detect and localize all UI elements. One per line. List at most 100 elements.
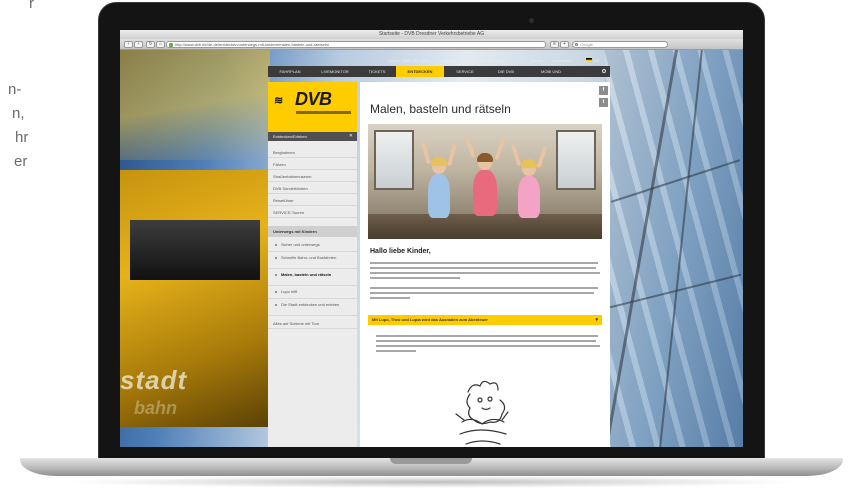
dvb-logo-text: DVB bbox=[295, 89, 332, 109]
laptop-screen: Startseite - DVB Dresdner Verkehrsbetrie… bbox=[120, 30, 743, 447]
sidebar-subitem-label: Lupo hilft bbox=[281, 289, 298, 294]
nav-item-mobi[interactable]: MOBI UND bbox=[526, 66, 576, 77]
url-text: http://www.dvb.de/de-de/entdecken/unterw… bbox=[175, 42, 330, 47]
sidebar-item[interactable]: DVB Sonderfahrten bbox=[268, 183, 357, 194]
intro-line-4: hr bbox=[15, 129, 29, 146]
browser-titlebar: Startseite - DVB Dresdner Verkehrsbetrie… bbox=[120, 30, 743, 45]
bullet-icon bbox=[275, 257, 277, 259]
utility-link[interactable]: Suche · 0351 857 1011 bbox=[388, 58, 429, 63]
accordion-header-label: Mit Lupo, Theo und Lupia wird das Ausmal… bbox=[372, 317, 488, 322]
photo-child-arm bbox=[421, 141, 431, 165]
reload-button[interactable]: ↻ bbox=[146, 41, 155, 48]
main-navigation: FAHRPLAN LIVEMONITOR TICKETS ENTDECKEN S… bbox=[268, 66, 610, 77]
window-title: Startseite - DVB Dresdner Verkehrsbetrie… bbox=[378, 31, 485, 37]
bullet-icon bbox=[275, 244, 277, 246]
photo-child-arm bbox=[510, 143, 522, 167]
nav-item-livemonitor[interactable]: LIVEMONITOR bbox=[312, 66, 358, 77]
utility-link[interactable]: Kontakt bbox=[443, 58, 457, 63]
sidebar-item[interactable]: Alles auf Schiene mit Tour bbox=[268, 318, 357, 329]
chevron-down-icon[interactable]: ▾ bbox=[595, 315, 598, 325]
search-icon bbox=[575, 43, 578, 46]
twitter-share-icon[interactable]: t bbox=[599, 98, 608, 107]
sidebar-subitem[interactable]: Sicher und unterwegs bbox=[268, 240, 357, 252]
accordion-header[interactable]: Mit Lupo, Theo und Lupia wird das Ausmal… bbox=[368, 315, 602, 325]
sidebar: ≋ DVB Entdecken/Erleben ✕ Bergbahnen Fäh… bbox=[268, 82, 357, 447]
search-placeholder: Google bbox=[580, 42, 593, 47]
sidebar-subitem[interactable]: Schnelle Bahn- und Busfahrten bbox=[268, 253, 357, 269]
close-icon[interactable]: ✕ bbox=[349, 132, 353, 141]
nav-item-tickets[interactable]: TICKETS bbox=[358, 66, 396, 77]
camera-icon bbox=[529, 18, 534, 23]
language-selector[interactable]: DE bbox=[594, 58, 600, 63]
nav-item-die-dvb[interactable]: DIE DVB bbox=[486, 66, 526, 77]
sidebar-item[interactable]: Fähren bbox=[268, 159, 357, 170]
sidebar-group-header[interactable]: Unterwegs mit Kindern bbox=[268, 226, 357, 237]
sidebar-header-label: Entdecken/Erleben bbox=[273, 134, 307, 139]
german-flag-icon[interactable] bbox=[586, 58, 592, 61]
nav-item-service[interactable]: SERVICE bbox=[444, 66, 486, 77]
laptop-shadow bbox=[60, 476, 803, 488]
intro-line-5: er bbox=[14, 153, 28, 170]
photo-child-hair bbox=[477, 153, 493, 162]
sidebar-subitem-label: Sicher und unterwegs bbox=[281, 242, 320, 247]
dvb-logo[interactable]: ≋ DVB bbox=[268, 82, 357, 132]
rss-button[interactable]: ≡ bbox=[550, 41, 559, 48]
back-button[interactable]: ‹ bbox=[124, 41, 133, 48]
home-button[interactable]: ⌂ bbox=[156, 41, 165, 48]
intro-line-3: n, bbox=[12, 105, 25, 122]
sidebar-item[interactable]: SERVICE-Touren bbox=[268, 207, 357, 218]
photo-child bbox=[473, 170, 497, 216]
nav-item-fahrplan[interactable]: FAHRPLAN bbox=[268, 66, 312, 77]
bullet-icon bbox=[275, 274, 277, 276]
coloring-sketch-illustration bbox=[455, 380, 509, 445]
utility-link[interactable]: Häufig gestellte Fragen bbox=[466, 58, 507, 63]
sidebar-subitem-label: Die Stadt entdecken und erleben bbox=[281, 302, 340, 307]
photo-child-arm bbox=[464, 135, 476, 159]
dvb-logo-mark: ≋ bbox=[274, 95, 284, 107]
site-favicon-icon bbox=[169, 43, 173, 47]
sidebar-subitem-label: Malen, basteln und rätseln bbox=[281, 272, 332, 277]
sidebar-subitem-active[interactable]: Malen, basteln und rätseln bbox=[268, 270, 357, 286]
tram-window bbox=[130, 220, 260, 280]
tram-lettering-graphic: stadt bbox=[120, 365, 188, 395]
sidebar-subitem[interactable]: Lupo hilft bbox=[268, 287, 357, 299]
sidebar-section-header[interactable]: Entdecken/Erleben ✕ bbox=[268, 132, 357, 141]
greeting-heading: Hallo liebe Kinder, bbox=[370, 248, 431, 255]
sidebar-subitem-label: Schnelle Bahn- und Busfahrten bbox=[281, 255, 337, 260]
url-bar[interactable]: http://www.dvb.de/de-de/entdecken/unterw… bbox=[166, 41, 546, 48]
nav-item-entdecken[interactable]: ENTDECKEN bbox=[396, 66, 444, 77]
dvb-logo-tagline bbox=[296, 111, 351, 114]
intro-line-1: r bbox=[29, 0, 34, 12]
photo-child bbox=[518, 176, 540, 218]
facebook-share-icon[interactable]: f bbox=[599, 86, 608, 95]
tram-lettering-graphic-2: bahn bbox=[134, 398, 177, 418]
photo-child-arm bbox=[536, 145, 548, 169]
utility-bar: Suche · 0351 857 1011 Kontakt Häufig ges… bbox=[268, 58, 610, 64]
intro-line-2: n- bbox=[8, 81, 22, 98]
main-content: f t Malen, basteln und rätseln Hallo lie… bbox=[360, 82, 610, 447]
station-roof-highlight bbox=[120, 50, 270, 160]
utility-link[interactable]: Presse bbox=[530, 58, 542, 63]
photo-floor bbox=[368, 214, 602, 239]
bookmark-button[interactable]: + bbox=[560, 41, 569, 48]
laptop-hinge-notch bbox=[390, 458, 472, 464]
sidebar-item[interactable]: Bergbahnen bbox=[268, 147, 357, 158]
browser-search-input[interactable]: Google bbox=[572, 41, 668, 48]
photo-child-arm bbox=[447, 143, 457, 167]
photo-child-hair bbox=[521, 159, 537, 168]
photo-child-hair bbox=[431, 157, 447, 166]
sidebar-subitem[interactable]: Die Stadt entdecken und erleben bbox=[268, 300, 357, 316]
forward-button[interactable]: › bbox=[134, 41, 143, 48]
sidebar-item[interactable]: Reiseführer bbox=[268, 195, 357, 206]
photo-child-arm bbox=[494, 137, 506, 161]
bullet-icon bbox=[275, 291, 277, 293]
bullet-icon bbox=[275, 304, 277, 306]
browser-toolbar: ‹ › ↻ ⌂ http://www.dvb.de/de-de/entdecke… bbox=[120, 39, 743, 50]
utility-link[interactable]: Newsletter bbox=[552, 58, 571, 63]
page-title: Malen, basteln und rätseln bbox=[370, 102, 511, 116]
nav-search-icon[interactable] bbox=[602, 69, 606, 73]
photo-child bbox=[428, 174, 450, 218]
photo-window bbox=[374, 130, 414, 190]
sidebar-item[interactable]: Straßenbahnmuseum bbox=[268, 171, 357, 182]
glass-roof-photo bbox=[605, 50, 743, 447]
